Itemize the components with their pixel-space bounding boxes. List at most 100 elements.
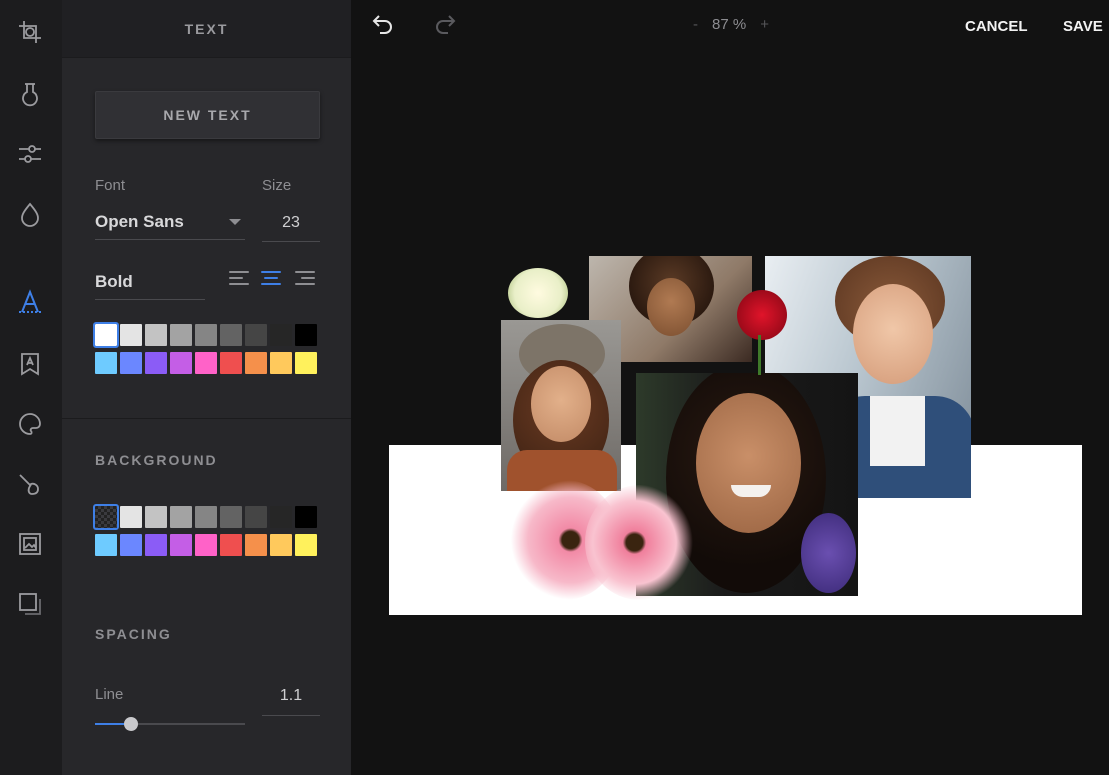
text-color-swatch[interactable] [270,324,292,346]
photo-face [531,366,591,442]
collage-red-rose[interactable] [737,290,787,340]
collage-photo-beanie-woman[interactable] [501,320,621,491]
color-drop-icon [21,202,39,227]
collage-pink-flower[interactable] [585,485,695,600]
weight-select[interactable]: Bold [95,265,205,300]
align-right-button[interactable] [295,269,317,289]
text-color-swatch[interactable] [245,324,267,346]
undo-button[interactable] [371,12,395,36]
background-color-swatch[interactable] [145,506,167,528]
background-color-swatch[interactable] [95,534,117,556]
save-button[interactable]: SAVE [1063,18,1103,35]
text-color-swatch[interactable] [120,352,142,374]
background-color-swatch[interactable] [270,534,292,556]
text-color-swatch[interactable] [95,352,117,374]
text-tool-button[interactable] [13,285,47,319]
rose-stem [758,335,761,375]
size-input[interactable]: 23 [262,205,320,242]
photo-shirt [870,396,925,466]
collage-white-lilies[interactable] [508,268,568,318]
overlay-tool-button[interactable] [13,407,47,441]
background-color-swatch[interactable] [245,506,267,528]
background-color-swatch[interactable] [270,506,292,528]
text-color-swatch[interactable] [195,324,217,346]
section-divider [62,418,351,419]
adjust-tool-button[interactable] [13,137,47,171]
shadow-icon [19,593,41,615]
crop-icon [19,21,41,43]
sticker-tool-button[interactable] [13,347,47,381]
background-color-swatch[interactable] [120,506,142,528]
line-spacing-input[interactable]: 1.1 [262,676,320,716]
align-left-button[interactable] [229,269,251,289]
zoom-out-button[interactable]: - [693,16,698,33]
text-color-swatch[interactable] [195,352,217,374]
text-panel: TEXT NEW TEXT Font Size Open Sans 23 Bol… [62,0,351,775]
background-color-row [95,534,319,556]
zoom-control: - 87 % + [693,16,769,33]
background-color-swatch[interactable] [120,534,142,556]
tool-rail [0,0,62,775]
undo-icon [372,15,392,34]
background-color-swatch[interactable] [295,534,317,556]
background-color-swatch[interactable] [145,534,167,556]
text-color-swatch[interactable] [145,352,167,374]
text-color-swatch[interactable] [270,352,292,374]
text-color-swatch[interactable] [220,324,242,346]
text-color-swatch[interactable] [145,324,167,346]
text-color-swatch[interactable] [295,324,317,346]
adjust-sliders-icon [19,145,41,163]
crop-tool-button[interactable] [13,15,47,49]
text-color-swatch[interactable] [295,352,317,374]
brush-tool-button[interactable] [13,467,47,501]
frame-icon [19,533,41,555]
frame-tool-button[interactable] [13,527,47,561]
font-label: Font [95,177,126,194]
background-section-title: BACKGROUND [95,452,218,468]
shadow-tool-button[interactable] [13,587,47,621]
photo-smile [731,485,771,497]
text-color-swatch[interactable] [245,352,267,374]
sticker-icon [21,353,39,376]
align-center-button[interactable] [261,269,283,289]
background-color-swatches [93,504,319,562]
background-color-swatch[interactable] [170,506,192,528]
zoom-in-button[interactable]: + [760,16,769,33]
text-color-swatch[interactable] [170,324,192,346]
text-color-row [93,322,319,348]
font-select[interactable]: Open Sans [95,205,245,240]
brush-icon [19,474,39,495]
font-select-value: Open Sans [95,212,184,231]
background-color-swatch[interactable] [220,506,242,528]
text-color-swatch[interactable] [120,324,142,346]
new-text-button[interactable]: NEW TEXT [95,91,320,139]
text-color-swatches [93,322,319,380]
slider-thumb[interactable] [124,717,138,731]
cancel-button[interactable]: CANCEL [965,18,1028,35]
background-color-swatch[interactable] [220,534,242,556]
photo-face [647,278,695,336]
redo-button[interactable] [433,12,457,36]
spacing-section-title: SPACING [95,626,172,642]
background-color-swatch[interactable] [195,534,217,556]
text-icon [19,289,41,313]
background-color-row [93,504,319,530]
photo-face [853,284,933,384]
color-tool-button[interactable] [13,197,47,231]
text-color-swatch[interactable] [220,352,242,374]
background-color-swatch[interactable] [245,534,267,556]
redo-icon [436,15,456,34]
background-color-swatch[interactable] [295,506,317,528]
panel-header: TEXT [62,0,351,58]
filter-tool-button[interactable] [13,77,47,111]
size-label: Size [262,177,292,194]
line-spacing-slider[interactable] [95,714,245,734]
panel-title: TEXT [184,20,229,37]
chevron-down-icon [229,219,241,225]
background-color-swatch[interactable] [93,504,119,530]
line-label: Line [95,686,124,703]
text-color-swatch[interactable] [93,322,119,348]
text-color-swatch[interactable] [170,352,192,374]
background-color-swatch[interactable] [195,506,217,528]
background-color-swatch[interactable] [170,534,192,556]
